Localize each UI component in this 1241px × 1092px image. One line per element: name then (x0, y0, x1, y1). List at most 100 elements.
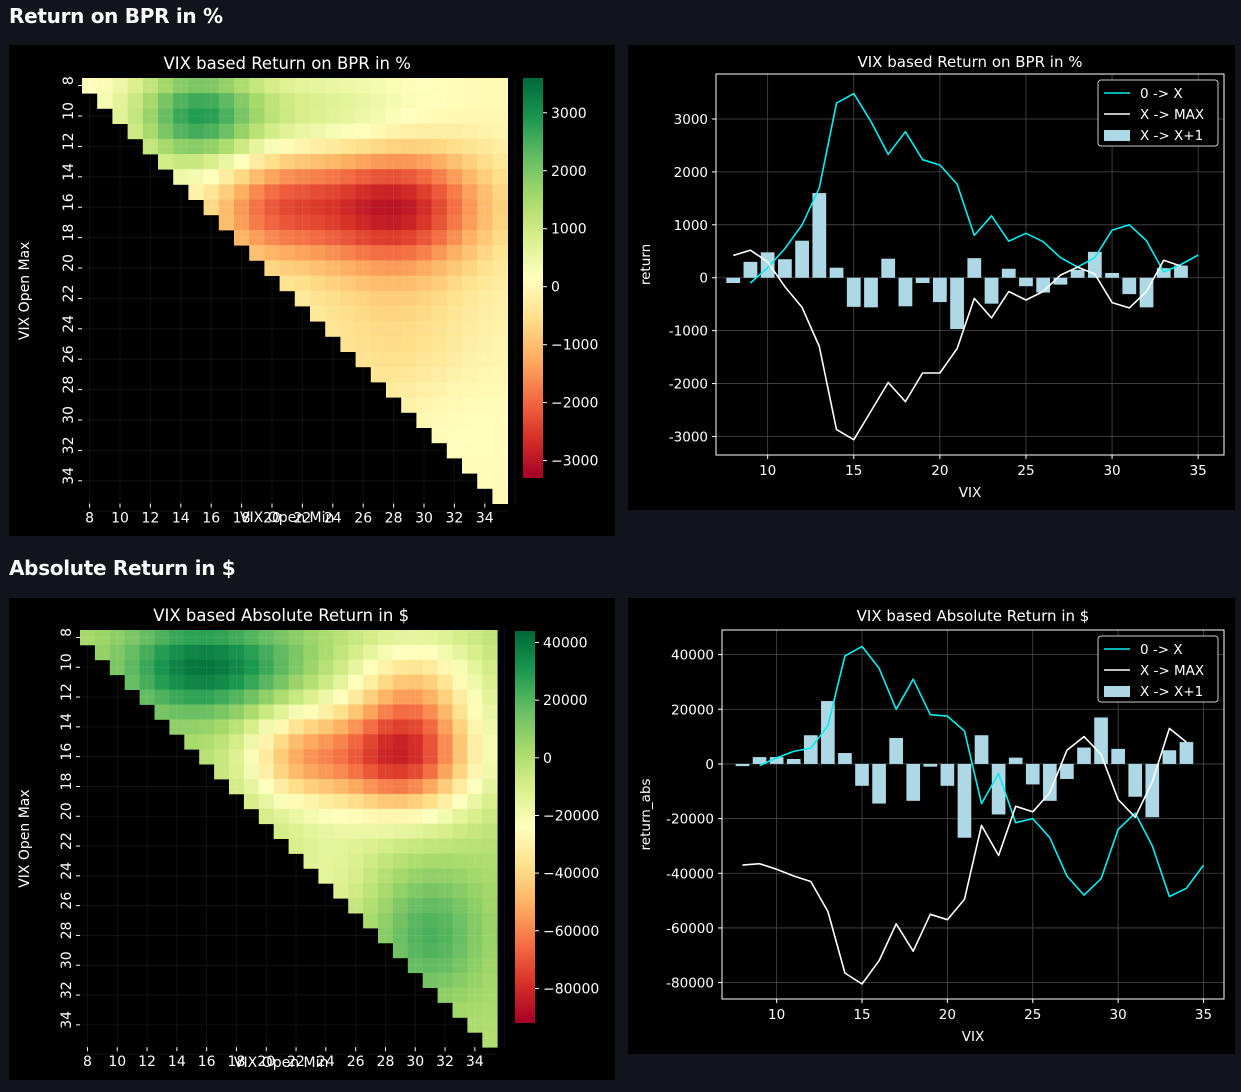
heatmap-cell (340, 123, 356, 140)
heatmap-cell (97, 93, 113, 109)
heatmap-cell (363, 674, 379, 690)
heatmap-cell (273, 823, 289, 839)
heatmap-cell (279, 123, 296, 140)
heatmap-cell (303, 704, 319, 720)
heatmap-cell (482, 1002, 498, 1018)
heatmap-cell (492, 306, 508, 322)
heatmap-cell (482, 823, 498, 839)
heatmap-cell (184, 704, 200, 720)
bar (872, 763, 886, 804)
heatmap-cell (310, 245, 326, 261)
heatmap-cell (158, 123, 174, 140)
heatmap-cell (333, 674, 349, 690)
heatmap-cell (482, 734, 498, 750)
bar (1077, 747, 1091, 764)
x-tick-label: 20 (939, 1007, 956, 1023)
y-tick-label: 3000 (674, 112, 708, 128)
heatmap-cell (214, 704, 230, 720)
heatmap-cell (370, 123, 387, 140)
line-panel-bpr: VIX based Return on BPR in % 10 15 20 25 30 35… (628, 45, 1235, 510)
colorbar-tick-label: −20000 (543, 808, 599, 824)
heatmap-cell (462, 123, 478, 140)
heatmap-cell (154, 674, 170, 690)
heatmap-cell (363, 793, 379, 810)
heatmap-cell (243, 764, 260, 780)
heatmap-cell (452, 853, 468, 869)
y-tick-label: -3000 (669, 429, 708, 445)
heatmap-cell (392, 853, 409, 869)
x-tick-label: 14 (172, 511, 190, 527)
heatmap-cell (370, 245, 387, 261)
colorbar-tick-label: −80000 (543, 981, 599, 997)
heatmap-cell (218, 93, 235, 109)
heatmap-cell (452, 704, 468, 720)
bar (889, 737, 903, 764)
heatmap-cell (401, 93, 417, 109)
line-panel-absolute: VIX based Absolute Return in $ 10 15 20 25 30… (628, 598, 1235, 1054)
bar (1019, 277, 1033, 287)
heatmap-cell (363, 764, 379, 780)
bar (760, 252, 775, 278)
x-tick-label: 14 (168, 1054, 186, 1070)
heatmap-cell (363, 644, 379, 661)
colorbar-tick-label: 0 (551, 280, 560, 296)
heatmap-cell (392, 942, 409, 959)
heatmap-cell (303, 734, 319, 750)
heatmap-cell (188, 93, 204, 109)
heatmap-cell (492, 214, 508, 231)
y-tick-label: 24 (59, 862, 75, 880)
heatmap-cell (422, 704, 438, 720)
line-chart-bpr: VIX based Return on BPR in % 10 15 20 25 30 35… (638, 53, 1225, 501)
x-tick-label: 12 (138, 1054, 156, 1070)
bar (1008, 757, 1023, 764)
heatmap-cell (363, 853, 379, 869)
bar (1162, 750, 1177, 764)
colorbar-tick-label: −3000 (551, 454, 598, 470)
heatmap-cell (401, 123, 417, 140)
heatmap-cell (401, 154, 417, 170)
heatmap-cell (249, 154, 265, 170)
heatmap-cell (279, 214, 296, 231)
x-tick-label: 30 (1103, 463, 1120, 479)
y-tick-label: -1000 (669, 324, 708, 340)
y-tick-label: -40000 (666, 866, 714, 882)
heatmap-cells (80, 630, 498, 1048)
heatmap-cell (482, 1032, 498, 1048)
heatmap-cell (392, 913, 409, 929)
x-tick-label: 10 (759, 463, 776, 479)
x-axis-label: VIX (962, 1029, 984, 1045)
y-tick-label: 12 (61, 132, 77, 150)
heatmap-cell (492, 427, 508, 444)
heatmap-cell (431, 93, 448, 109)
heatmap-cell (492, 123, 508, 140)
heatmap-cell (214, 674, 230, 690)
y-tick-label: 8 (61, 76, 77, 85)
y-tick-label: -2000 (669, 377, 708, 393)
y-tick-label: 16 (61, 193, 77, 211)
heatmap-cell (462, 427, 478, 444)
heatmap-cell (127, 93, 144, 109)
y-tick-label: 24 (61, 315, 77, 333)
heatmap-cell (431, 306, 448, 322)
y-tick-label: 20000 (671, 702, 714, 718)
heatmap-cell (184, 734, 200, 750)
x-tick-label: 12 (141, 511, 159, 527)
heatmap-cell (340, 336, 356, 352)
heatmap-cell (392, 644, 409, 661)
heatmap-cell (154, 704, 170, 720)
heatmap-cell (340, 184, 356, 200)
heatmap-cell (392, 764, 409, 780)
colorbar-tick-label: 2000 (551, 164, 587, 180)
heatmap-cell (462, 214, 478, 231)
heatmap-cell (452, 793, 468, 810)
heatmap-cell (249, 214, 265, 231)
heatmap-cell (392, 674, 409, 690)
heatmap-cell (452, 883, 468, 899)
bar (735, 763, 750, 767)
heatmap-cell (482, 942, 498, 959)
heatmap-cell (401, 184, 417, 200)
bars (726, 193, 1188, 330)
legend-label: X -> MAX (1140, 663, 1204, 679)
heatmap-cell (401, 245, 417, 261)
heatmap-cell (243, 793, 260, 810)
